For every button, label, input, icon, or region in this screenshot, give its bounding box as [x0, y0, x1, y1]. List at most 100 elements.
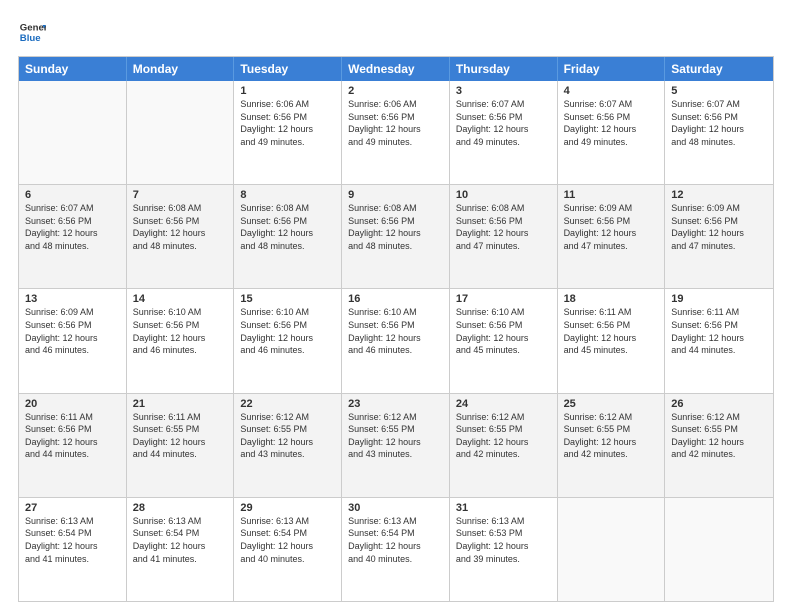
day-cell-18: 18Sunrise: 6:11 AM Sunset: 6:56 PM Dayli… [558, 289, 666, 392]
day-cell-4: 4Sunrise: 6:07 AM Sunset: 6:56 PM Daylig… [558, 81, 666, 184]
logo: General Blue [18, 18, 46, 46]
day-cell-1: 1Sunrise: 6:06 AM Sunset: 6:56 PM Daylig… [234, 81, 342, 184]
day-number: 31 [456, 502, 551, 514]
day-info: Sunrise: 6:08 AM Sunset: 6:56 PM Dayligh… [240, 202, 335, 252]
day-number: 30 [348, 502, 443, 514]
day-cell-26: 26Sunrise: 6:12 AM Sunset: 6:55 PM Dayli… [665, 394, 773, 497]
day-number: 19 [671, 293, 767, 305]
day-number: 2 [348, 85, 443, 97]
day-info: Sunrise: 6:07 AM Sunset: 6:56 PM Dayligh… [671, 98, 767, 148]
day-cell-3: 3Sunrise: 6:07 AM Sunset: 6:56 PM Daylig… [450, 81, 558, 184]
day-info: Sunrise: 6:11 AM Sunset: 6:56 PM Dayligh… [564, 306, 659, 356]
day-cell-13: 13Sunrise: 6:09 AM Sunset: 6:56 PM Dayli… [19, 289, 127, 392]
day-cell-16: 16Sunrise: 6:10 AM Sunset: 6:56 PM Dayli… [342, 289, 450, 392]
day-cell-5: 5Sunrise: 6:07 AM Sunset: 6:56 PM Daylig… [665, 81, 773, 184]
day-info: Sunrise: 6:11 AM Sunset: 6:55 PM Dayligh… [133, 411, 228, 461]
day-number: 24 [456, 398, 551, 410]
day-info: Sunrise: 6:09 AM Sunset: 6:56 PM Dayligh… [671, 202, 767, 252]
day-info: Sunrise: 6:12 AM Sunset: 6:55 PM Dayligh… [564, 411, 659, 461]
day-number: 26 [671, 398, 767, 410]
calendar-row-5: 27Sunrise: 6:13 AM Sunset: 6:54 PM Dayli… [19, 498, 773, 601]
day-cell-28: 28Sunrise: 6:13 AM Sunset: 6:54 PM Dayli… [127, 498, 235, 601]
day-number: 23 [348, 398, 443, 410]
day-info: Sunrise: 6:13 AM Sunset: 6:54 PM Dayligh… [25, 515, 120, 565]
header-cell-friday: Friday [558, 57, 666, 81]
day-info: Sunrise: 6:10 AM Sunset: 6:56 PM Dayligh… [348, 306, 443, 356]
day-cell-2: 2Sunrise: 6:06 AM Sunset: 6:56 PM Daylig… [342, 81, 450, 184]
day-number: 18 [564, 293, 659, 305]
day-number: 29 [240, 502, 335, 514]
day-info: Sunrise: 6:11 AM Sunset: 6:56 PM Dayligh… [25, 411, 120, 461]
day-number: 27 [25, 502, 120, 514]
day-number: 15 [240, 293, 335, 305]
day-info: Sunrise: 6:12 AM Sunset: 6:55 PM Dayligh… [240, 411, 335, 461]
day-info: Sunrise: 6:13 AM Sunset: 6:54 PM Dayligh… [240, 515, 335, 565]
day-info: Sunrise: 6:13 AM Sunset: 6:54 PM Dayligh… [133, 515, 228, 565]
day-info: Sunrise: 6:13 AM Sunset: 6:53 PM Dayligh… [456, 515, 551, 565]
calendar-row-1: 1Sunrise: 6:06 AM Sunset: 6:56 PM Daylig… [19, 81, 773, 185]
day-number: 10 [456, 189, 551, 201]
page-header: General Blue [18, 18, 774, 46]
day-cell-30: 30Sunrise: 6:13 AM Sunset: 6:54 PM Dayli… [342, 498, 450, 601]
day-number: 16 [348, 293, 443, 305]
day-info: Sunrise: 6:06 AM Sunset: 6:56 PM Dayligh… [348, 98, 443, 148]
day-cell-15: 15Sunrise: 6:10 AM Sunset: 6:56 PM Dayli… [234, 289, 342, 392]
day-cell-29: 29Sunrise: 6:13 AM Sunset: 6:54 PM Dayli… [234, 498, 342, 601]
day-info: Sunrise: 6:09 AM Sunset: 6:56 PM Dayligh… [25, 306, 120, 356]
svg-text:Blue: Blue [20, 33, 41, 44]
day-info: Sunrise: 6:07 AM Sunset: 6:56 PM Dayligh… [564, 98, 659, 148]
day-cell-19: 19Sunrise: 6:11 AM Sunset: 6:56 PM Dayli… [665, 289, 773, 392]
day-cell-6: 6Sunrise: 6:07 AM Sunset: 6:56 PM Daylig… [19, 185, 127, 288]
logo-icon: General Blue [18, 18, 46, 46]
header-cell-saturday: Saturday [665, 57, 773, 81]
day-number: 12 [671, 189, 767, 201]
day-info: Sunrise: 6:12 AM Sunset: 6:55 PM Dayligh… [348, 411, 443, 461]
day-number: 5 [671, 85, 767, 97]
svg-text:General: General [20, 22, 46, 33]
day-info: Sunrise: 6:08 AM Sunset: 6:56 PM Dayligh… [456, 202, 551, 252]
calendar-header: SundayMondayTuesdayWednesdayThursdayFrid… [19, 57, 773, 81]
day-cell-11: 11Sunrise: 6:09 AM Sunset: 6:56 PM Dayli… [558, 185, 666, 288]
day-cell-23: 23Sunrise: 6:12 AM Sunset: 6:55 PM Dayli… [342, 394, 450, 497]
day-cell-21: 21Sunrise: 6:11 AM Sunset: 6:55 PM Dayli… [127, 394, 235, 497]
day-info: Sunrise: 6:11 AM Sunset: 6:56 PM Dayligh… [671, 306, 767, 356]
day-info: Sunrise: 6:08 AM Sunset: 6:56 PM Dayligh… [133, 202, 228, 252]
day-cell-25: 25Sunrise: 6:12 AM Sunset: 6:55 PM Dayli… [558, 394, 666, 497]
header-cell-monday: Monday [127, 57, 235, 81]
day-info: Sunrise: 6:10 AM Sunset: 6:56 PM Dayligh… [133, 306, 228, 356]
day-number: 8 [240, 189, 335, 201]
calendar-row-4: 20Sunrise: 6:11 AM Sunset: 6:56 PM Dayli… [19, 394, 773, 498]
empty-cell [665, 498, 773, 601]
day-number: 17 [456, 293, 551, 305]
empty-cell [127, 81, 235, 184]
header-cell-sunday: Sunday [19, 57, 127, 81]
day-info: Sunrise: 6:13 AM Sunset: 6:54 PM Dayligh… [348, 515, 443, 565]
day-cell-14: 14Sunrise: 6:10 AM Sunset: 6:56 PM Dayli… [127, 289, 235, 392]
day-number: 20 [25, 398, 120, 410]
day-number: 25 [564, 398, 659, 410]
day-cell-22: 22Sunrise: 6:12 AM Sunset: 6:55 PM Dayli… [234, 394, 342, 497]
day-cell-31: 31Sunrise: 6:13 AM Sunset: 6:53 PM Dayli… [450, 498, 558, 601]
day-number: 7 [133, 189, 228, 201]
day-info: Sunrise: 6:07 AM Sunset: 6:56 PM Dayligh… [25, 202, 120, 252]
day-number: 22 [240, 398, 335, 410]
day-number: 13 [25, 293, 120, 305]
day-info: Sunrise: 6:10 AM Sunset: 6:56 PM Dayligh… [240, 306, 335, 356]
empty-cell [558, 498, 666, 601]
day-info: Sunrise: 6:08 AM Sunset: 6:56 PM Dayligh… [348, 202, 443, 252]
day-info: Sunrise: 6:12 AM Sunset: 6:55 PM Dayligh… [671, 411, 767, 461]
day-cell-20: 20Sunrise: 6:11 AM Sunset: 6:56 PM Dayli… [19, 394, 127, 497]
day-info: Sunrise: 6:06 AM Sunset: 6:56 PM Dayligh… [240, 98, 335, 148]
calendar-row-3: 13Sunrise: 6:09 AM Sunset: 6:56 PM Dayli… [19, 289, 773, 393]
day-number: 1 [240, 85, 335, 97]
day-info: Sunrise: 6:10 AM Sunset: 6:56 PM Dayligh… [456, 306, 551, 356]
day-cell-9: 9Sunrise: 6:08 AM Sunset: 6:56 PM Daylig… [342, 185, 450, 288]
day-cell-24: 24Sunrise: 6:12 AM Sunset: 6:55 PM Dayli… [450, 394, 558, 497]
header-cell-tuesday: Tuesday [234, 57, 342, 81]
day-number: 11 [564, 189, 659, 201]
day-info: Sunrise: 6:09 AM Sunset: 6:56 PM Dayligh… [564, 202, 659, 252]
calendar-row-2: 6Sunrise: 6:07 AM Sunset: 6:56 PM Daylig… [19, 185, 773, 289]
day-cell-8: 8Sunrise: 6:08 AM Sunset: 6:56 PM Daylig… [234, 185, 342, 288]
day-number: 3 [456, 85, 551, 97]
empty-cell [19, 81, 127, 184]
